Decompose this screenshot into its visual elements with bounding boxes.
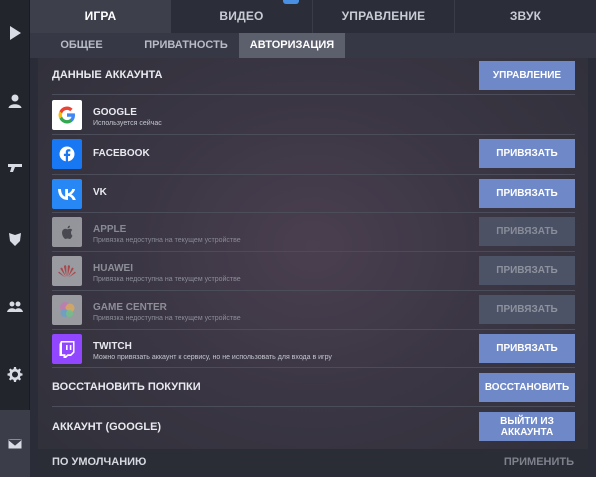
- provider-name: HUAWEI: [93, 263, 133, 274]
- provider-status: Привязка недоступна на текущем устройств…: [93, 237, 241, 244]
- tab-game[interactable]: ИГРА: [30, 0, 171, 33]
- tab-privacy[interactable]: ПРИВАТНОСТЬ: [133, 33, 239, 58]
- apple-icon: [52, 217, 82, 247]
- link-huawei-button[interactable]: ПРИВЯЗАТЬ: [479, 256, 575, 285]
- tab-general[interactable]: ОБЩЕЕ: [30, 33, 133, 58]
- footer-bar: ПО УМОЛЧАНИЮ ПРИМЕНИТЬ: [38, 449, 588, 477]
- weapon-icon: [8, 164, 22, 172]
- authorization-panel: ДАННЫЕ АККАУНТА УПРАВЛЕНИЕ GOOGLE Исполь…: [38, 58, 588, 477]
- link-vk-button[interactable]: ПРИВЯЗАТЬ: [479, 179, 575, 208]
- restore-purchases-row: ВОССТАНОВИТЬ ПОКУПКИ ВОССТАНОВИТЬ: [52, 369, 575, 407]
- provider-name: VK: [93, 187, 107, 198]
- manage-account-button[interactable]: УПРАВЛЕНИЕ: [479, 61, 575, 90]
- provider-status: Можно привязать аккаунт к сервису, но не…: [93, 354, 332, 361]
- tab-video[interactable]: ВИДЕО: [171, 0, 312, 33]
- provider-name: FACEBOOK: [93, 148, 150, 159]
- weapons-button[interactable]: [0, 136, 30, 198]
- provider-row-twitch: TWITCH Можно привязать аккаунт к сервису…: [52, 331, 575, 368]
- link-twitch-button[interactable]: ПРИВЯЗАТЬ: [479, 334, 575, 363]
- settings-button[interactable]: [0, 343, 30, 405]
- provider-name: GOOGLE: [93, 107, 137, 118]
- current-account-label: АККАУНТ (GOOGLE): [52, 421, 162, 433]
- play-button[interactable]: [0, 2, 30, 64]
- twitch-icon: [52, 334, 82, 364]
- account-data-row: ДАННЫЕ АККАУНТА УПРАВЛЕНИЕ: [52, 58, 575, 95]
- huawei-icon: [52, 256, 82, 286]
- provider-row-vk: VK ПРИВЯЗАТЬ: [52, 176, 575, 213]
- tab-controls[interactable]: УПРАВЛЕНИЕ: [312, 0, 454, 33]
- provider-name: APPLE: [93, 224, 127, 235]
- reset-defaults-button[interactable]: ПО УМОЛЧАНИЮ: [52, 456, 146, 468]
- restore-purchases-label: ВОССТАНОВИТЬ ПОКУПКИ: [52, 381, 201, 393]
- mail-icon: [7, 438, 23, 449]
- sub-tab-bar: ОБЩЕЕ ПРИВАТНОСТЬ АВТОРИЗАЦИЯ: [30, 33, 596, 58]
- play-icon: [10, 26, 21, 40]
- top-tab-bar: ИГРА ВИДЕО УПРАВЛЕНИЕ ЗВУК: [30, 0, 596, 33]
- side-navigation: [0, 0, 30, 477]
- profile-button[interactable]: [0, 70, 30, 132]
- provider-name: GAME CENTER: [93, 302, 167, 313]
- friends-icon: [7, 301, 23, 312]
- provider-row-apple: APPLE Привязка недоступна на текущем уст…: [52, 214, 575, 252]
- provider-row-google: GOOGLE Используется сейчас: [52, 96, 575, 135]
- clan-shield-icon: [9, 233, 21, 246]
- vk-icon: [52, 179, 82, 209]
- logout-button[interactable]: ВЫЙТИ ИЗ АККАУНТА: [479, 412, 575, 441]
- apply-button[interactable]: ПРИМЕНИТЬ: [504, 456, 574, 468]
- provider-name: TWITCH: [93, 341, 132, 352]
- provider-status: Используется сейчас: [93, 120, 162, 127]
- gear-icon: [7, 367, 23, 382]
- tab-authorization[interactable]: АВТОРИЗАЦИЯ: [239, 33, 345, 58]
- provider-row-huawei: HUAWEI Привязка недоступна на текущем ус…: [52, 253, 575, 291]
- profile-icon: [8, 94, 22, 108]
- provider-row-facebook: FACEBOOK ПРИВЯЗАТЬ: [52, 136, 575, 175]
- provider-row-game-center: GAME CENTER Привязка недоступна на текущ…: [52, 292, 575, 330]
- provider-status: Привязка недоступна на текущем устройств…: [93, 276, 241, 283]
- game-center-icon: [52, 295, 82, 325]
- friends-button[interactable]: [0, 275, 30, 337]
- logout-row: АККАУНТ (GOOGLE) ВЫЙТИ ИЗ АККАУНТА: [52, 408, 575, 448]
- link-game-center-button[interactable]: ПРИВЯЗАТЬ: [479, 295, 575, 324]
- provider-status: Привязка недоступна на текущем устройств…: [93, 315, 241, 322]
- link-facebook-button[interactable]: ПРИВЯЗАТЬ: [479, 139, 575, 168]
- link-apple-button[interactable]: ПРИВЯЗАТЬ: [479, 217, 575, 246]
- tab-indicator: [283, 0, 299, 4]
- account-data-label: ДАННЫЕ АККАУНТА: [52, 69, 163, 81]
- clan-button[interactable]: [0, 208, 30, 270]
- tab-sound[interactable]: ЗВУК: [454, 0, 596, 33]
- restore-button[interactable]: ВОССТАНОВИТЬ: [479, 373, 575, 402]
- mail-button[interactable]: [0, 410, 30, 477]
- facebook-icon: [52, 139, 82, 169]
- google-icon: [52, 100, 82, 130]
